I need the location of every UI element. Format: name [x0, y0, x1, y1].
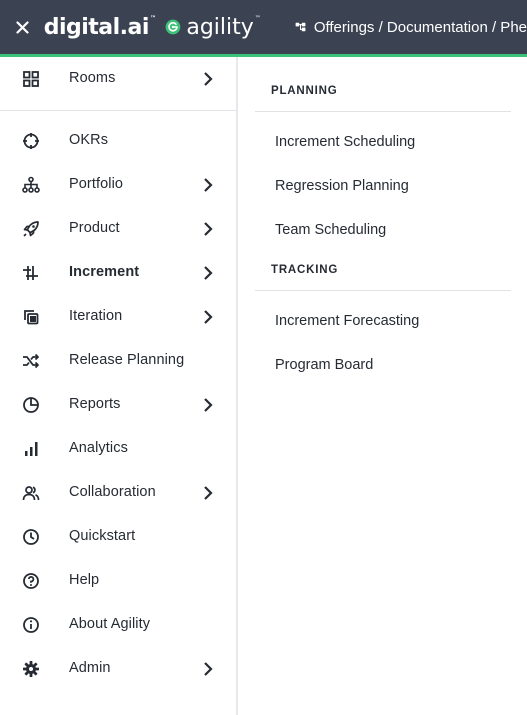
breadcrumb[interactable]: Offerings / Documentation / Phe [314, 19, 527, 36]
sidebar-item-label: Release Planning [69, 352, 185, 368]
sidebar-item-label: Quickstart [69, 528, 136, 544]
link-increment-scheduling[interactable]: Increment Scheduling [275, 134, 415, 150]
users-icon [22, 484, 40, 502]
sidebar-item-rooms[interactable]: Rooms [0, 57, 236, 101]
sidebar-item-label: Analytics [69, 440, 128, 456]
sidebar-item-label: Iteration [69, 308, 123, 324]
chevron-right-icon [204, 486, 213, 500]
sidebar-item-label: OKRs [69, 132, 109, 148]
top-bar: digital.ai™ agility™ Offerings / Documen… [0, 0, 527, 54]
section-title-planning: PLANNING [271, 85, 338, 97]
sidebar-item-label: Help [69, 572, 100, 588]
sidebar-item-label: Product [69, 220, 120, 236]
sidebar-item-okrs[interactable]: OKRs [0, 119, 236, 163]
chevron-right-icon [204, 662, 213, 676]
sidebar-item-iteration[interactable]: Iteration [0, 295, 236, 339]
chevron-right-icon [204, 310, 213, 324]
hierarchy-icon [22, 176, 40, 194]
digital-ai-logo: digital.ai™ [43, 14, 156, 40]
sidebar-nav: Rooms OKRs Portfolio Product Increment I… [0, 57, 238, 715]
sidebar-item-label: Rooms [69, 70, 116, 86]
sidebar-item-label: Collaboration [69, 484, 156, 500]
agility-logo-text: agility™ [186, 14, 261, 40]
link-regression-planning[interactable]: Regression Planning [275, 178, 409, 194]
increment-icon [22, 264, 40, 282]
grid-icon [22, 70, 40, 88]
rocket-icon [22, 220, 40, 238]
hierarchy-icon [295, 22, 306, 32]
sidebar-item-collaboration[interactable]: Collaboration [0, 471, 236, 515]
copy-icon [22, 308, 40, 326]
chevron-right-icon [204, 222, 213, 236]
sidebar-item-analytics[interactable]: Analytics [0, 427, 236, 471]
clock-icon [22, 528, 40, 546]
chevron-right-icon [204, 72, 213, 86]
info-icon [22, 616, 40, 634]
section-divider [255, 290, 511, 291]
sidebar-item-increment[interactable]: Increment [0, 251, 236, 295]
sidebar-item-label: Reports [69, 396, 121, 412]
sidebar-item-reports[interactable]: Reports [0, 383, 236, 427]
sidebar-item-admin[interactable]: Admin [0, 647, 236, 691]
section-title-tracking: TRACKING [271, 264, 339, 276]
sidebar-item-label: Admin [69, 660, 111, 676]
sidebar-item-product[interactable]: Product [0, 207, 236, 251]
sidebar-item-help[interactable]: Help [0, 559, 236, 603]
crosshair-icon [22, 132, 40, 150]
gear-icon [22, 660, 40, 678]
bar-chart-icon [22, 440, 40, 458]
help-icon [22, 572, 40, 590]
agility-logo-icon [166, 19, 181, 35]
close-icon [16, 20, 29, 34]
sidebar-item-label: About Agility [69, 616, 151, 632]
sidebar-divider [0, 110, 236, 111]
link-program-board[interactable]: Program Board [275, 357, 373, 373]
sidebar-item-about-agility[interactable]: About Agility [0, 603, 236, 647]
sidebar-item-portfolio[interactable]: Portfolio [0, 163, 236, 207]
chevron-right-icon [204, 266, 213, 280]
section-divider [255, 111, 511, 112]
sidebar-item-label: Portfolio [69, 176, 124, 192]
sidebar-item-label: Increment [69, 264, 140, 280]
shuffle-icon [22, 352, 40, 370]
link-team-scheduling[interactable]: Team Scheduling [275, 222, 386, 238]
sidebar-item-quickstart[interactable]: Quickstart [0, 515, 236, 559]
sidebar-item-release-planning[interactable]: Release Planning [0, 339, 236, 383]
close-button[interactable] [15, 15, 30, 39]
chevron-right-icon [204, 178, 213, 192]
link-increment-forecasting[interactable]: Increment Forecasting [275, 313, 419, 329]
chevron-right-icon [204, 398, 213, 412]
increment-submenu: PLANNING Increment Scheduling Regression… [238, 57, 527, 715]
pie-chart-icon [22, 396, 40, 414]
